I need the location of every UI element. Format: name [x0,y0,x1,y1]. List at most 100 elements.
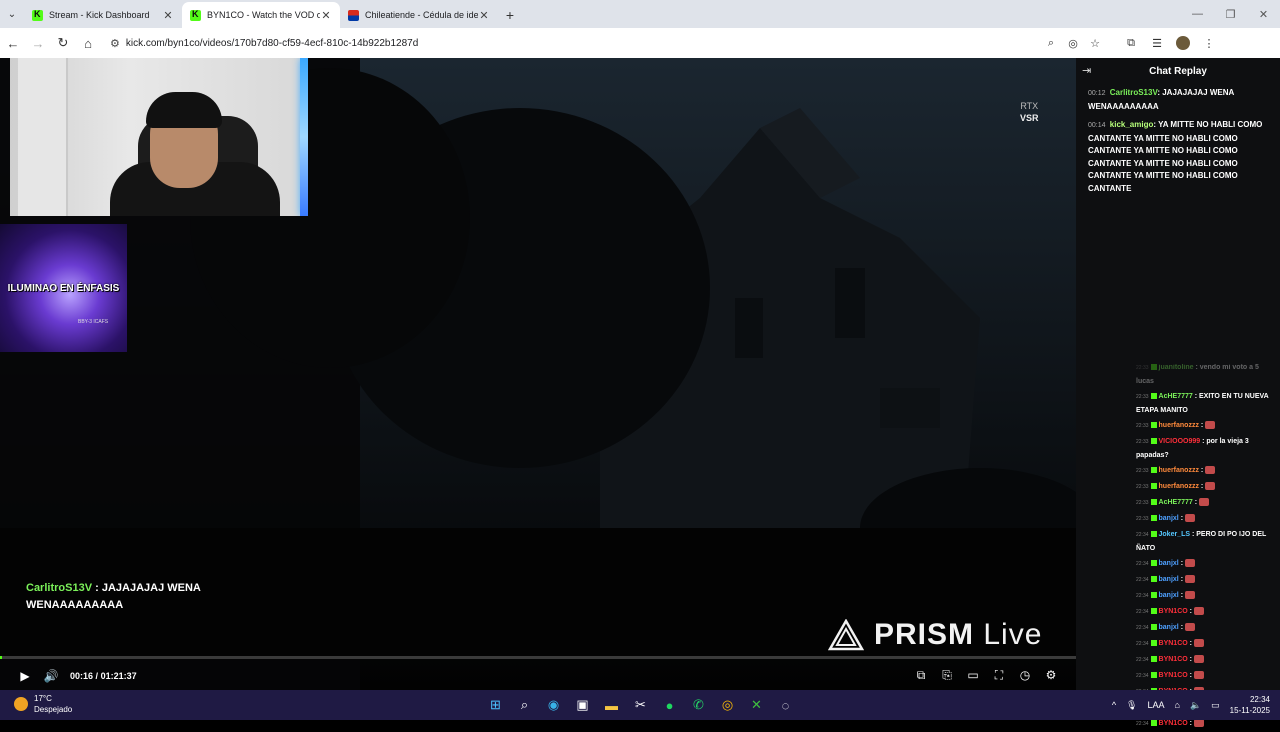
badge-icon [1150,515,1157,522]
file-explorer-icon[interactable]: ▬ [597,692,626,718]
xbox-icon[interactable]: ✕ [742,692,771,718]
stream-chat-user: banjxl [1158,624,1179,631]
rtx-label: RTX [1020,101,1039,111]
stream-chat-time: 22:34 [1136,625,1149,631]
badge-icon [1150,438,1157,445]
weather-temp: 17°C [34,694,52,703]
stream-chat-user: BYN1CO [1158,640,1188,647]
close-tab-icon[interactable]: ✕ [162,9,174,22]
minimize-icon[interactable]: — [1181,0,1214,28]
emote-icon [1193,639,1204,648]
collapse-chat-icon[interactable]: ⇥ [1082,64,1091,77]
volume-icon[interactable]: 🔊 [38,663,64,689]
site-info-icon[interactable]: ⚙ [110,37,120,50]
obs-icon[interactable]: ◌ [771,692,800,718]
windows-start-icon[interactable]: ⊞ [481,692,510,718]
chat-username[interactable]: kick_amigo [1110,120,1154,129]
stream-chat-text: : [1178,624,1184,631]
chat-username[interactable]: CarlitroS13V [1110,88,1158,97]
menu-kebab-icon[interactable]: ⋮ [1196,31,1222,55]
player-controls: ▶ 🔊 00:16 / 01:21:37 ⧉ ⎘ ▭ ⛶ ◷ ⚙ [0,662,1076,690]
forward-icon[interactable]: → [26,31,50,55]
stream-chat-user: huerfanozzz [1158,467,1199,474]
stream-chat-line: 22:34 banjxl : [1136,572,1278,588]
chat-timestamp: 00:14 [1088,122,1106,129]
stream-chat-time: 22:33 [1136,439,1149,445]
mini-player-icon[interactable]: ⧉ [908,662,934,688]
reload-icon[interactable]: ↻ [51,31,75,55]
in-video-stream-chat: 22:33 juanitoline : vendo mi voto a 5 luc… [1136,360,1278,732]
seek-bar[interactable] [0,656,1076,659]
extensions-icon[interactable]: ⧉ [1118,31,1144,55]
tab-kick-dashboard[interactable]: Stream - Kick Dashboard ✕ [24,2,182,28]
stream-chat-line: 22:34 BYN1CO : [1136,604,1278,620]
stream-chat-user: huerfanozzz [1158,483,1199,490]
snipping-tool-icon[interactable]: ✂ [626,692,655,718]
play-icon[interactable]: ▶ [12,663,38,689]
new-tab-button[interactable]: + [498,2,522,28]
stream-chat-user: banjxl [1158,515,1179,522]
badge-icon [1150,720,1157,727]
back-icon[interactable]: ← [1,31,25,55]
stream-chat-text: : [1192,499,1198,506]
edge-icon[interactable]: ◉ [539,692,568,718]
weather-widget[interactable]: 17°C Despejado [14,693,72,715]
settings-gear-icon[interactable]: ⚙ [1038,662,1064,688]
address-bar[interactable]: ⚙ kick.com/byn1co/videos/170b7d80-cf59-4… [104,31,1112,55]
badge-icon [1150,560,1157,567]
stream-chat-line: 22:33 AcHE7777 : EXITO EN TU NUEVA ETAPA … [1136,389,1278,418]
tab-search-button[interactable]: ⌄ [0,0,24,28]
weather-sun-icon [14,697,28,711]
video-player[interactable]: ILUMINAO EN ÉNFASIS BBY-3 ICAFS RTX VSR … [0,58,1076,690]
stream-chat-user: juanitoline [1158,364,1194,371]
close-tab-icon[interactable]: ✕ [478,9,490,22]
system-tray: ^ 🎙 LAA ⌂ 🔈 ▭ 22:34 15-11-2025 [1102,690,1270,720]
tab-title: BYN1CO - Watch the VOD on K [207,10,320,20]
stream-chat-line: 22:34 Joker_LS : PERO DI PO IJO DEL ÑATO [1136,527,1278,556]
battery-icon[interactable]: ▭ [1211,700,1220,711]
badge-icon [1150,364,1157,371]
restore-icon[interactable]: ❐ [1214,0,1247,28]
badge-icon [1150,576,1157,583]
tray-chevron-icon[interactable]: ^ [1112,700,1116,710]
badge-icon [1150,592,1157,599]
stream-chat-time: 22:34 [1136,609,1149,615]
chrome-icon[interactable]: ◎ [713,692,742,718]
microphone-icon[interactable]: 🎙 [1126,700,1137,711]
close-tab-icon[interactable]: ✕ [320,9,332,22]
spotify-icon[interactable]: ● [655,692,684,718]
theater-mode-icon[interactable]: ▭ [960,662,986,688]
time-separator: / [95,671,99,681]
url-text[interactable]: kick.com/byn1co/videos/170b7d80-cf59-4ec… [126,38,1040,49]
home-icon[interactable]: ⌂ [76,31,100,55]
playback-speed-icon[interactable]: ◷ [1012,662,1038,688]
store-icon[interactable]: ▣ [568,692,597,718]
eye-off-icon[interactable]: ◎ [1062,37,1084,50]
network-icon[interactable]: ⌂ [1175,700,1180,710]
clock[interactable]: 22:34 15-11-2025 [1230,694,1270,716]
stream-chat-text: : [1198,483,1204,490]
stream-chat-line: 22:34 BYN1CO : [1136,652,1278,668]
whatsapp-icon[interactable]: ✆ [684,692,713,718]
pip-icon[interactable]: ⎘ [934,662,960,688]
stream-chat-line: 22:33 banjxl : [1136,511,1278,527]
stream-chat-text: : [1187,720,1192,727]
stream-chat-time: 22:33 [1136,500,1149,506]
time-current: 00:16 [70,671,94,681]
close-window-icon[interactable]: ✕ [1247,0,1280,28]
stream-chat-line: 22:34 BYN1CO : [1136,636,1278,652]
language-indicator[interactable]: LAA [1147,700,1164,710]
stream-chat-line: 22:33 huerfanozzz : [1136,463,1278,479]
tab-chileatiende[interactable]: Chileatiende - Cédula de identi ✕ [340,2,498,28]
fullscreen-icon[interactable]: ⛶ [986,662,1012,688]
profile-avatar[interactable] [1176,36,1190,50]
badge-icon [1150,393,1157,400]
tab-vod[interactable]: BYN1CO - Watch the VOD on K ✕ [182,2,340,28]
reading-list-icon[interactable]: ☰ [1144,31,1170,55]
bookmark-star-icon[interactable]: ☆ [1084,37,1106,50]
volume-tray-icon[interactable]: 🔈 [1190,700,1201,711]
search-icon[interactable]: ⌕ [510,692,539,718]
zoom-icon[interactable]: ⌕ [1040,37,1062,50]
overlay-title: ILUMINAO EN ÉNFASIS [7,283,120,294]
stream-chat-user: banjxl [1158,560,1179,567]
